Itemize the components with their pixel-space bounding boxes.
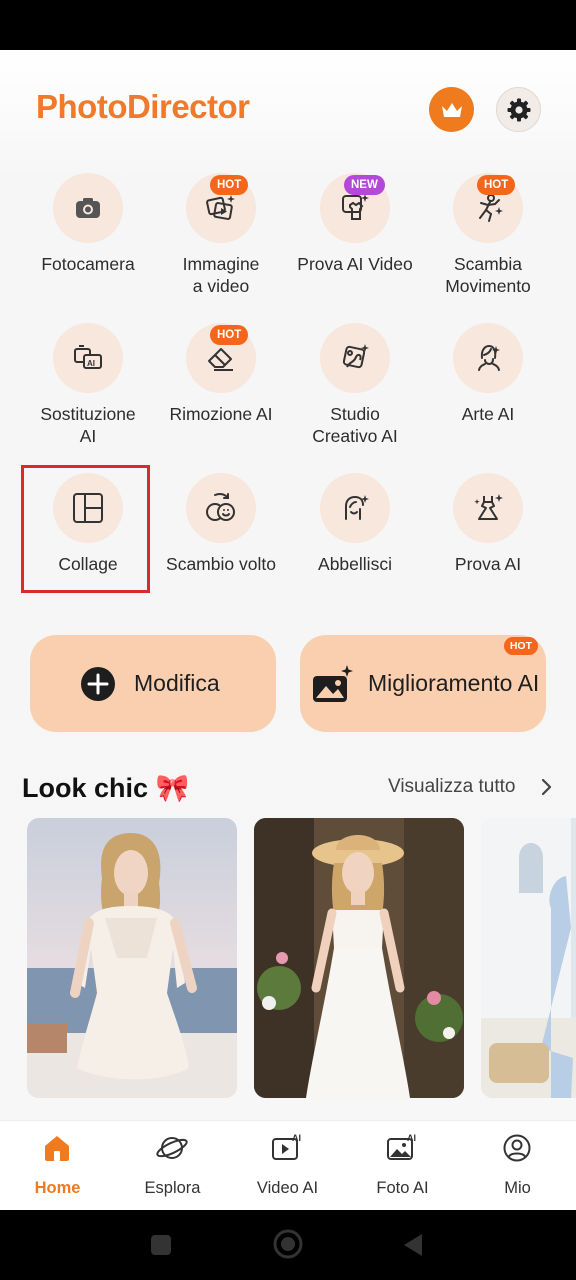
crown-icon [441, 102, 462, 117]
tool-icon-circle [186, 473, 256, 543]
ai-replace-icon: AI [74, 345, 102, 369]
premium-button[interactable] [429, 87, 474, 132]
tool-icon-circle [53, 173, 123, 243]
svg-text:AI: AI [407, 1133, 416, 1143]
ai-enhance-button[interactable]: Miglioramento AI HOT [300, 635, 546, 732]
ai-enhance-label: Miglioramento AI [368, 670, 540, 696]
tool-label: Rimozione AI [169, 404, 273, 424]
back-icon[interactable] [402, 1232, 424, 1258]
beautify-icon [345, 495, 369, 520]
tool-label: Abbellisci [318, 554, 392, 574]
svg-text:AI: AI [87, 359, 95, 368]
image-sparkle-icon [313, 664, 353, 702]
new-badge: NEW [344, 175, 385, 195]
nav-foto-ai[interactable]: AI Foto AI [345, 1121, 460, 1210]
profile-icon [503, 1134, 531, 1162]
tool-prova-ai-video[interactable]: NEW Prova AI Video [288, 173, 422, 275]
fashion-photo [27, 818, 237, 1098]
creative-studio-icon [342, 344, 369, 369]
gear-icon [507, 98, 530, 121]
dress-try-on-icon [474, 494, 503, 520]
tool-sostituzione-ai[interactable]: AI Sostituzione AI [21, 323, 155, 447]
nav-label: Video AI [256, 1179, 319, 1197]
camera-icon [76, 198, 100, 218]
tool-immagine-a-video[interactable]: HOT Immagine a video [154, 173, 288, 297]
ai-art-icon [478, 344, 500, 371]
tool-scambio-volto[interactable]: Scambio volto [154, 473, 288, 575]
nav-esplora[interactable]: Esplora [115, 1121, 230, 1210]
nav-mio[interactable]: Mio [460, 1121, 575, 1210]
nav-label: Foto AI [376, 1179, 429, 1197]
planet-icon [156, 1137, 188, 1159]
home-circle-icon[interactable] [272, 1228, 304, 1260]
section-title: Look chic 🎀 [22, 773, 190, 803]
nav-video-ai[interactable]: AI Video AI [230, 1121, 345, 1210]
tool-label: Fotocamera [41, 254, 135, 274]
tool-label: Arte AI [461, 404, 515, 424]
collage-highlight-box [21, 465, 150, 593]
tool-label: Studio Creativo AI [312, 404, 398, 446]
tool-label: Sostituzione AI [40, 404, 136, 446]
look-card[interactable] [481, 818, 576, 1098]
tool-icon-circle [320, 473, 390, 543]
tool-rimozione-ai[interactable]: HOT Rimozione AI [154, 323, 288, 425]
tool-studio-creativo-ai[interactable]: Studio Creativo AI [288, 323, 422, 447]
tool-label: Scambio volto [166, 554, 276, 574]
svg-text:AI: AI [292, 1133, 301, 1143]
tool-arte-ai[interactable]: Arte AI [421, 323, 555, 425]
hot-badge: HOT [477, 175, 516, 195]
nav-label: Esplora [144, 1179, 201, 1197]
look-card[interactable] [27, 818, 237, 1098]
nav-home[interactable]: Home [0, 1121, 115, 1210]
tool-icon-circle [453, 473, 523, 543]
nav-label: Mio [504, 1179, 531, 1197]
system-nav-bar [0, 1210, 576, 1280]
home-icon [45, 1136, 69, 1161]
tool-label: Scambia Movimento [445, 254, 531, 296]
face-swap-icon [206, 493, 235, 521]
status-bar [0, 0, 576, 50]
fashion-photo [481, 818, 576, 1098]
ai-video-icon: AI [272, 1133, 301, 1160]
tool-label: Prova AI Video [297, 254, 413, 274]
fashion-photo [254, 818, 464, 1098]
look-card[interactable] [254, 818, 464, 1098]
tool-icon-circle [320, 323, 390, 393]
app-logo-title: PhotoDirector [36, 88, 250, 125]
recents-icon[interactable] [150, 1234, 172, 1256]
tool-fotocamera[interactable]: Fotocamera [21, 173, 155, 275]
see-all-link[interactable]: Visualizza tutto [388, 776, 515, 798]
header: PhotoDirector [0, 50, 576, 160]
tool-scambia-movimento[interactable]: HOT Scambia Movimento [421, 173, 555, 297]
tool-prova-ai[interactable]: Prova AI [421, 473, 555, 575]
ai-video-try-on-icon [342, 194, 369, 220]
edit-label: Modifica [134, 670, 220, 696]
hot-badge: HOT [210, 325, 249, 345]
app-screen: PhotoDirector Fotocamera HOT Immagine a … [0, 50, 576, 1210]
tool-icon-circle: AI [53, 323, 123, 393]
tool-abbellisci[interactable]: Abbellisci [288, 473, 422, 575]
hot-badge: HOT [503, 637, 538, 655]
plus-circle-icon [81, 666, 115, 701]
ai-photo-icon: AI [387, 1133, 416, 1160]
hot-badge: HOT [210, 175, 249, 195]
motion-swap-icon [479, 194, 503, 222]
bottom-nav: Home Esplora AI Video AI AI Foto AI Mio [0, 1120, 576, 1210]
edit-button[interactable]: Modifica [30, 635, 276, 732]
image-to-video-icon [206, 195, 235, 220]
eraser-icon [208, 348, 233, 371]
chevron-right-icon[interactable] [540, 777, 554, 797]
settings-button[interactable] [496, 87, 541, 132]
nav-label: Home [34, 1179, 81, 1197]
tool-icon-circle [453, 323, 523, 393]
tool-label: Immagine a video [182, 254, 260, 296]
tool-label: Prova AI [454, 554, 522, 574]
